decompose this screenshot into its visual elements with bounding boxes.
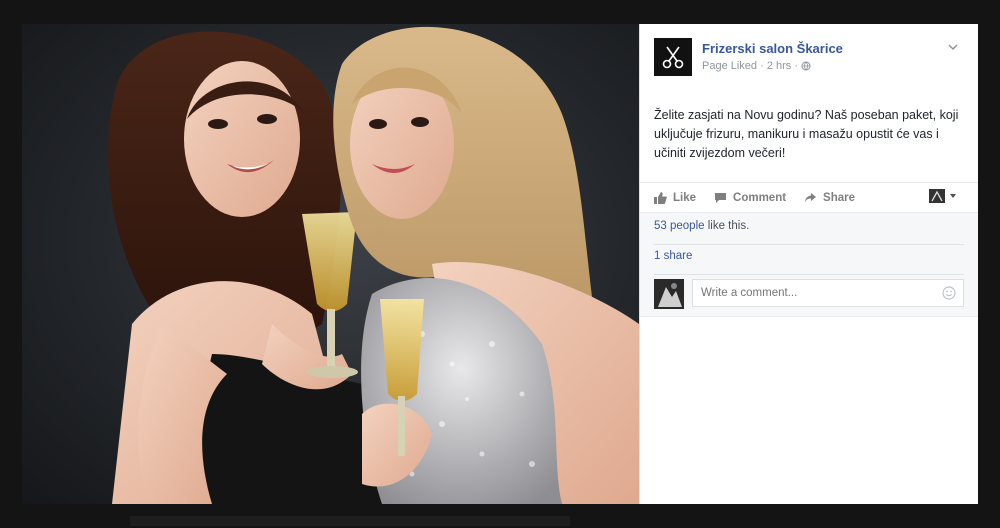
like-icon [654, 192, 667, 204]
action-bar: Like Comment Share [640, 182, 978, 213]
share-button[interactable]: Share [804, 192, 855, 204]
background-ui-bar [130, 516, 570, 526]
chevron-down-icon[interactable] [946, 40, 960, 54]
comment-button[interactable]: Comment [714, 192, 786, 204]
globe-icon [801, 61, 811, 71]
post-photo[interactable] [22, 24, 639, 504]
comment-composer [654, 279, 964, 309]
shares-summary: 1 share [654, 250, 964, 275]
meta-separator: · [760, 60, 764, 73]
meta-separator-2: · [794, 60, 799, 73]
shares-link[interactable]: 1 share [654, 250, 692, 262]
page-avatar-small-icon [929, 189, 945, 203]
likes-count-link[interactable]: 53 people [654, 220, 705, 232]
comment-icon [715, 193, 727, 203]
share-label: Share [823, 192, 856, 204]
post-message: Želite zasjati na Novu godinu? Naš poseb… [654, 108, 959, 160]
like-label: Like [673, 192, 697, 204]
page-name-link[interactable]: Frizerski salon Škarice [702, 41, 843, 56]
likes-summary: 53 people like this. [654, 220, 964, 245]
viewer-avatar [654, 279, 684, 309]
page-liked-label: Page Liked [702, 60, 758, 73]
comment-input[interactable] [692, 279, 964, 307]
comment-label: Comment [733, 192, 787, 204]
photo-illustration [107, 26, 639, 504]
background-ui [130, 10, 133, 22]
panel-empty-area [640, 316, 978, 504]
likes-suffix: like this. [704, 220, 750, 232]
post-timestamp[interactable]: 2 hrs [767, 60, 791, 72]
scissors-icon [662, 46, 684, 69]
emoji-icon[interactable] [942, 286, 956, 300]
post-as-selector[interactable] [929, 189, 958, 203]
caret-down-icon [950, 194, 956, 198]
post-header: Frizerski salon Škarice Page Liked · 2 h… [654, 38, 964, 80]
post-meta: Page Liked · 2 hrs · [702, 60, 811, 72]
like-button[interactable]: Like [654, 192, 696, 204]
share-icon [805, 193, 817, 203]
page-avatar[interactable] [654, 38, 692, 76]
post-panel: Frizerski salon Škarice Page Liked · 2 h… [639, 24, 978, 504]
